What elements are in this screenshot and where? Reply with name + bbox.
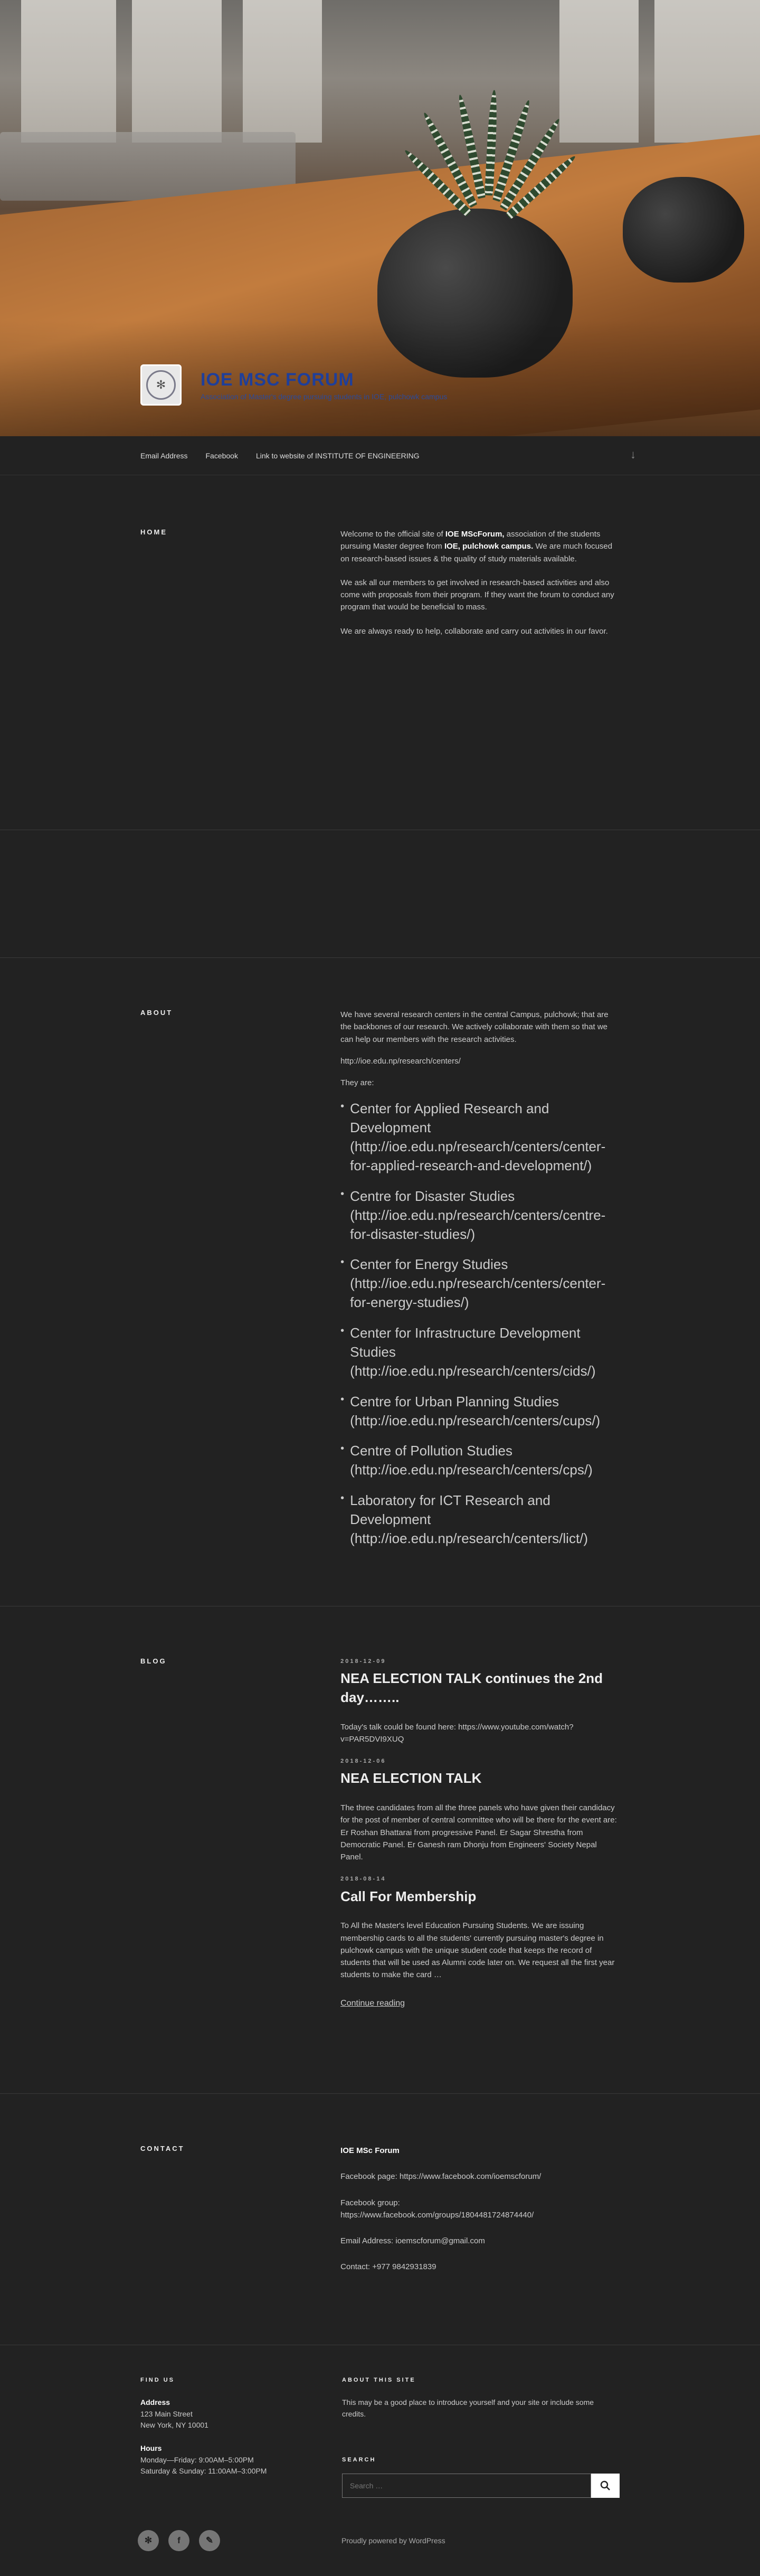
list-item: Centre for Disaster Studies (http://ioe.… [340, 1187, 620, 1244]
search-button[interactable] [591, 2474, 620, 2498]
home-paragraph: We are always ready to help, collaborate… [340, 626, 608, 636]
social-links: ✻ f ✎ [138, 2530, 230, 2551]
post-date[interactable]: 2018-08-14 [340, 1875, 620, 1884]
about-panel: ABOUT We have several research centers i… [0, 958, 760, 1606]
hours-block: Hours Monday—Friday: 9:00AM–5:00PM Satur… [140, 2444, 267, 2476]
contact-panel: CONTACT IOE MSc Forum Facebook page: htt… [0, 2094, 760, 2345]
post-date[interactable]: 2018-12-09 [340, 1657, 620, 1666]
post-excerpt: Today's talk could be found here: https:… [340, 1722, 574, 1744]
contact-email[interactable]: Email Address: ioemscforum@gmail.com [340, 2235, 620, 2247]
powered-by[interactable]: Proudly powered by WordPress [341, 2536, 445, 2545]
post-excerpt: To All the Master's level Education Purs… [340, 1921, 615, 1980]
list-item: Centre of Pollution Studies (http://ioe.… [340, 1442, 620, 1480]
post-title[interactable]: Call For Membership [340, 1887, 620, 1906]
widget-title: ABOUT THIS SITE [342, 2377, 416, 2383]
post-date[interactable]: 2018-12-06 [340, 1757, 620, 1766]
research-centers-link[interactable]: http://ioe.edu.np/research/centers/ [340, 1055, 620, 1067]
site-title[interactable]: IOE MSC FORUM [201, 370, 447, 390]
scroll-down-icon[interactable]: ↓ [630, 448, 636, 462]
list-item: Laboratory for ICT Research and Developm… [340, 1491, 620, 1548]
home-paragraph: We ask all our members to get involved i… [340, 578, 614, 612]
research-centers-list: Center for Applied Research and Developm… [340, 1099, 620, 1548]
widget-title: FIND US [140, 2377, 175, 2383]
blog-post: 2018-12-06 NEA ELECTION TALK The three c… [340, 1757, 620, 1863]
nav-item-ioe-website[interactable]: Link to website of INSTITUTE OF ENGINEER… [256, 452, 420, 460]
blog-panel: BLOG 2018-12-09 NEA ELECTION TALK contin… [0, 1606, 760, 2094]
site-logo[interactable]: ✻ [140, 364, 182, 406]
panel-title: CONTACT [140, 2145, 185, 2152]
they-are-label: They are: [340, 1078, 374, 1087]
contact-phone: Contact: +977 9842931839 [340, 2262, 436, 2272]
site-branding: ✻ IOE MSC FORUM Association of Master's … [140, 364, 447, 406]
site-tagline: Association of Master's degree pursuing … [201, 392, 448, 401]
facebook-group[interactable]: Facebook group: https://www.facebook.com/… [340, 2197, 620, 2222]
post-title[interactable]: NEA ELECTION TALK continues the 2nd day…… [340, 1669, 620, 1707]
post-title[interactable]: NEA ELECTION TALK [340, 1769, 620, 1788]
panel-title: HOME [140, 528, 167, 536]
list-item: Center for Infrastructure Development St… [340, 1324, 620, 1381]
home-panel: HOME Welcome to the official site of IOE… [0, 475, 760, 830]
widget-title: SEARCH [342, 2457, 376, 2464]
contact-heading: IOE MSc Forum [340, 2146, 400, 2155]
search-input[interactable] [342, 2474, 591, 2498]
panel-title: ABOUT [140, 1009, 173, 1017]
emblem-icon: ✻ [146, 370, 176, 400]
panel-title: BLOG [140, 1657, 167, 1665]
nav-item-email[interactable]: Email Address [140, 452, 187, 460]
top-navigation: Email Address Facebook Link to website o… [0, 436, 760, 475]
search-icon [600, 2481, 610, 2491]
header-hero-image: ✻ IOE MSC FORUM Association of Master's … [0, 0, 760, 436]
about-site-text: This may be a good place to introduce yo… [342, 2398, 594, 2418]
post-excerpt: The three candidates from all the three … [340, 1803, 617, 1862]
list-item: Centre for Urban Planning Studies (http:… [340, 1393, 620, 1431]
home-intro: Welcome to the official site of IOE MScF… [340, 530, 613, 563]
empty-panel [0, 830, 760, 958]
search-form [342, 2474, 620, 2498]
list-item: Center for Energy Studies (http://ioe.ed… [340, 1255, 620, 1312]
address-block: Address 123 Main Street New York, NY 100… [140, 2398, 208, 2430]
continue-reading-link[interactable]: Continue reading [340, 1999, 405, 2008]
list-item: Center for Applied Research and Developm… [340, 1099, 620, 1176]
about-intro: We have several research centers in the … [340, 1010, 609, 1044]
facebook-page[interactable]: Facebook page: https://www.facebook.com/… [340, 2170, 620, 2183]
foursquare-icon[interactable]: ✎ [199, 2530, 220, 2551]
site-footer: FIND US Address 123 Main Street New York… [0, 2345, 760, 2576]
facebook-icon[interactable]: f [168, 2530, 189, 2551]
blog-post: 2018-12-09 NEA ELECTION TALK continues t… [340, 1657, 620, 1745]
yelp-icon[interactable]: ✻ [138, 2530, 159, 2551]
blog-post: 2018-08-14 Call For Membership To All th… [340, 1875, 620, 1981]
nav-item-facebook[interactable]: Facebook [205, 452, 238, 460]
